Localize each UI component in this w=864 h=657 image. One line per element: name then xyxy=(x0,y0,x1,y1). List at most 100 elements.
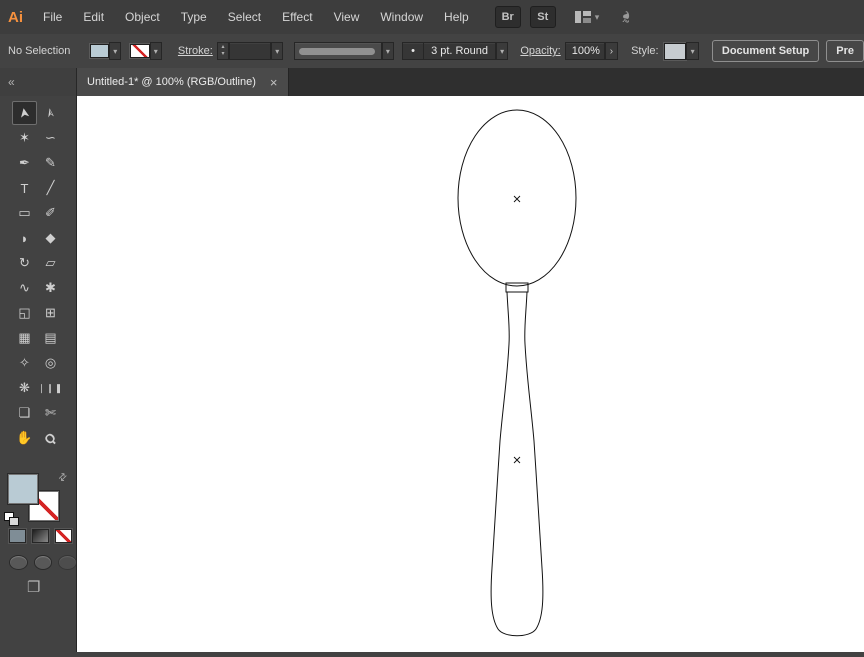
draw-normal-button[interactable] xyxy=(9,555,28,570)
bridge-button[interactable]: Br xyxy=(494,6,521,28)
collapse-panel-icon[interactable]: « xyxy=(8,75,15,89)
tools-panel-header: « xyxy=(0,68,77,96)
stroke-weight-chevron-icon[interactable]: ▾ xyxy=(270,42,284,60)
zoom-icon: Ϙ xyxy=(41,429,60,447)
opacity-label[interactable]: Opacity: xyxy=(520,45,560,57)
mesh-tool[interactable]: ▦ xyxy=(12,326,37,350)
opacity-input[interactable]: 100% xyxy=(564,42,605,60)
document-canvas[interactable] xyxy=(77,96,864,652)
column-graph-tool[interactable]: ❘❙❚ xyxy=(38,376,63,400)
brush-chevron-icon[interactable]: ▾ xyxy=(495,42,509,60)
stroke-weight-label[interactable]: Stroke: xyxy=(178,45,213,57)
free-transform-icon: ✱ xyxy=(45,280,56,295)
share-icon[interactable]: ❧ xyxy=(617,10,637,24)
lasso-icon: ∽ xyxy=(45,130,56,145)
tools-grid: ➤ ➣ ✶ ∽ ✒ ✎ T ╱ ▭ ✐ ◗ ◆ ↻ ▱ ∿ ✱ ◱ ⊞ ▦ ▤ … xyxy=(0,96,76,451)
variable-width-profile-select[interactable] xyxy=(294,42,382,60)
artboard-tool[interactable]: ❏ xyxy=(12,401,37,425)
artboard-icon: ❏ xyxy=(18,405,31,420)
close-icon[interactable]: × xyxy=(270,76,278,89)
type-icon: T xyxy=(20,180,29,196)
menu-view[interactable]: View xyxy=(334,10,360,24)
draw-behind-button[interactable] xyxy=(33,555,53,570)
draw-inside-button[interactable] xyxy=(58,555,78,570)
magic-wand-tool[interactable]: ✶ xyxy=(12,126,37,150)
document-title: Untitled-1* @ 100% (RGB/Outline) xyxy=(87,76,256,88)
fill-color-swatch[interactable] xyxy=(89,44,110,58)
document-tab[interactable]: Untitled-1* @ 100% (RGB/Outline) × xyxy=(77,68,289,96)
workspace-switcher[interactable]: ▾ xyxy=(574,10,600,24)
style-chevron-icon[interactable]: ▾ xyxy=(686,42,699,60)
brush-definition-select[interactable]: • 3 pt. Round xyxy=(402,42,496,60)
shape-builder-tool[interactable]: ◱ xyxy=(12,301,37,325)
eraser-tool[interactable]: ◆ xyxy=(38,226,63,250)
perspective-grid-tool[interactable]: ⊞ xyxy=(38,301,63,325)
stroke-chevron-icon[interactable]: ▾ xyxy=(149,42,162,60)
chevron-down-icon: ▾ xyxy=(594,11,600,22)
screen-mode-button[interactable]: ❐ xyxy=(27,578,40,596)
lasso-tool[interactable]: ∽ xyxy=(38,126,63,150)
menu-effect[interactable]: Effect xyxy=(282,10,312,24)
paintbrush-icon: ✐ xyxy=(45,205,56,220)
menu-window[interactable]: Window xyxy=(380,10,423,24)
opacity-more-icon[interactable]: › xyxy=(604,42,619,60)
mesh-icon: ▦ xyxy=(18,330,31,345)
brush-name: 3 pt. Round xyxy=(431,45,488,57)
blob-brush-tool[interactable]: ◗ xyxy=(12,226,37,250)
gradient-tool[interactable]: ▤ xyxy=(38,326,63,350)
rectangle-icon: ▭ xyxy=(18,205,31,220)
free-transform-tool[interactable]: ✱ xyxy=(38,276,63,300)
eyedropper-tool[interactable]: ✧ xyxy=(12,351,37,375)
graphic-style-swatch[interactable] xyxy=(663,42,687,60)
rotate-tool[interactable]: ↻ xyxy=(12,251,37,275)
menu-object[interactable]: Object xyxy=(125,10,160,24)
document-setup-button[interactable]: Document Setup xyxy=(711,40,820,62)
width-profile-chevron-icon[interactable]: ▾ xyxy=(381,42,395,60)
menu-select[interactable]: Select xyxy=(228,10,261,24)
direct-selection-tool[interactable]: ➣ xyxy=(38,101,63,125)
type-tool[interactable]: T xyxy=(12,176,37,200)
fill-proxy-swatch[interactable] xyxy=(8,474,38,504)
menu-help[interactable]: Help xyxy=(444,10,469,24)
stroke-color-swatch[interactable] xyxy=(130,44,150,58)
selection-status: No Selection xyxy=(8,45,71,57)
stepper-up-icon: ▴ xyxy=(221,44,225,50)
perspective-grid-icon: ⊞ xyxy=(45,305,56,320)
opacity-value: 100% xyxy=(571,45,600,57)
spoon-handle-path[interactable] xyxy=(490,291,544,637)
pencil-tool[interactable]: ✎ xyxy=(38,151,63,175)
spoon-notch-path[interactable] xyxy=(505,282,529,293)
swap-fill-stroke-icon[interactable]: ⇄ xyxy=(56,471,70,485)
spoon-bowl-path[interactable] xyxy=(457,109,577,287)
width-tool[interactable]: ∿ xyxy=(12,276,37,300)
blend-tool[interactable]: ◎ xyxy=(38,351,63,375)
slice-tool[interactable]: ✄ xyxy=(38,401,63,425)
symbol-sprayer-icon: ❋ xyxy=(19,380,30,395)
default-fill-stroke-icon[interactable] xyxy=(4,512,19,526)
line-segment-tool[interactable]: ╱ xyxy=(38,176,63,200)
style-label: Style: xyxy=(631,45,659,57)
gradient-button[interactable] xyxy=(32,529,49,543)
rectangle-tool[interactable]: ▭ xyxy=(12,201,37,225)
stroke-weight-input[interactable] xyxy=(229,42,271,60)
pen-tool[interactable]: ✒ xyxy=(12,151,37,175)
stepper-down-icon: ▾ xyxy=(221,51,225,57)
selection-tool[interactable]: ➤ xyxy=(12,101,37,125)
menu-type[interactable]: Type xyxy=(181,10,207,24)
zoom-tool[interactable]: Ϙ xyxy=(38,426,63,450)
stock-button[interactable]: St xyxy=(529,6,556,28)
menu-file[interactable]: File xyxy=(43,10,62,24)
none-button[interactable] xyxy=(55,529,72,543)
paintbrush-tool[interactable]: ✐ xyxy=(38,201,63,225)
fill-chevron-icon[interactable]: ▾ xyxy=(109,42,122,60)
hand-tool[interactable]: ✋ xyxy=(12,426,37,450)
symbol-sprayer-tool[interactable]: ❋ xyxy=(12,376,37,400)
shape-builder-icon: ◱ xyxy=(18,305,31,320)
color-button[interactable] xyxy=(9,529,26,543)
stroke-weight-stepper[interactable]: ▴ ▾ xyxy=(216,42,230,60)
selection-icon: ➤ xyxy=(15,106,33,120)
scale-tool[interactable]: ▱ xyxy=(38,251,63,275)
hand-icon: ✋ xyxy=(16,430,33,445)
preferences-button[interactable]: Pre xyxy=(826,40,864,62)
menu-edit[interactable]: Edit xyxy=(83,10,104,24)
